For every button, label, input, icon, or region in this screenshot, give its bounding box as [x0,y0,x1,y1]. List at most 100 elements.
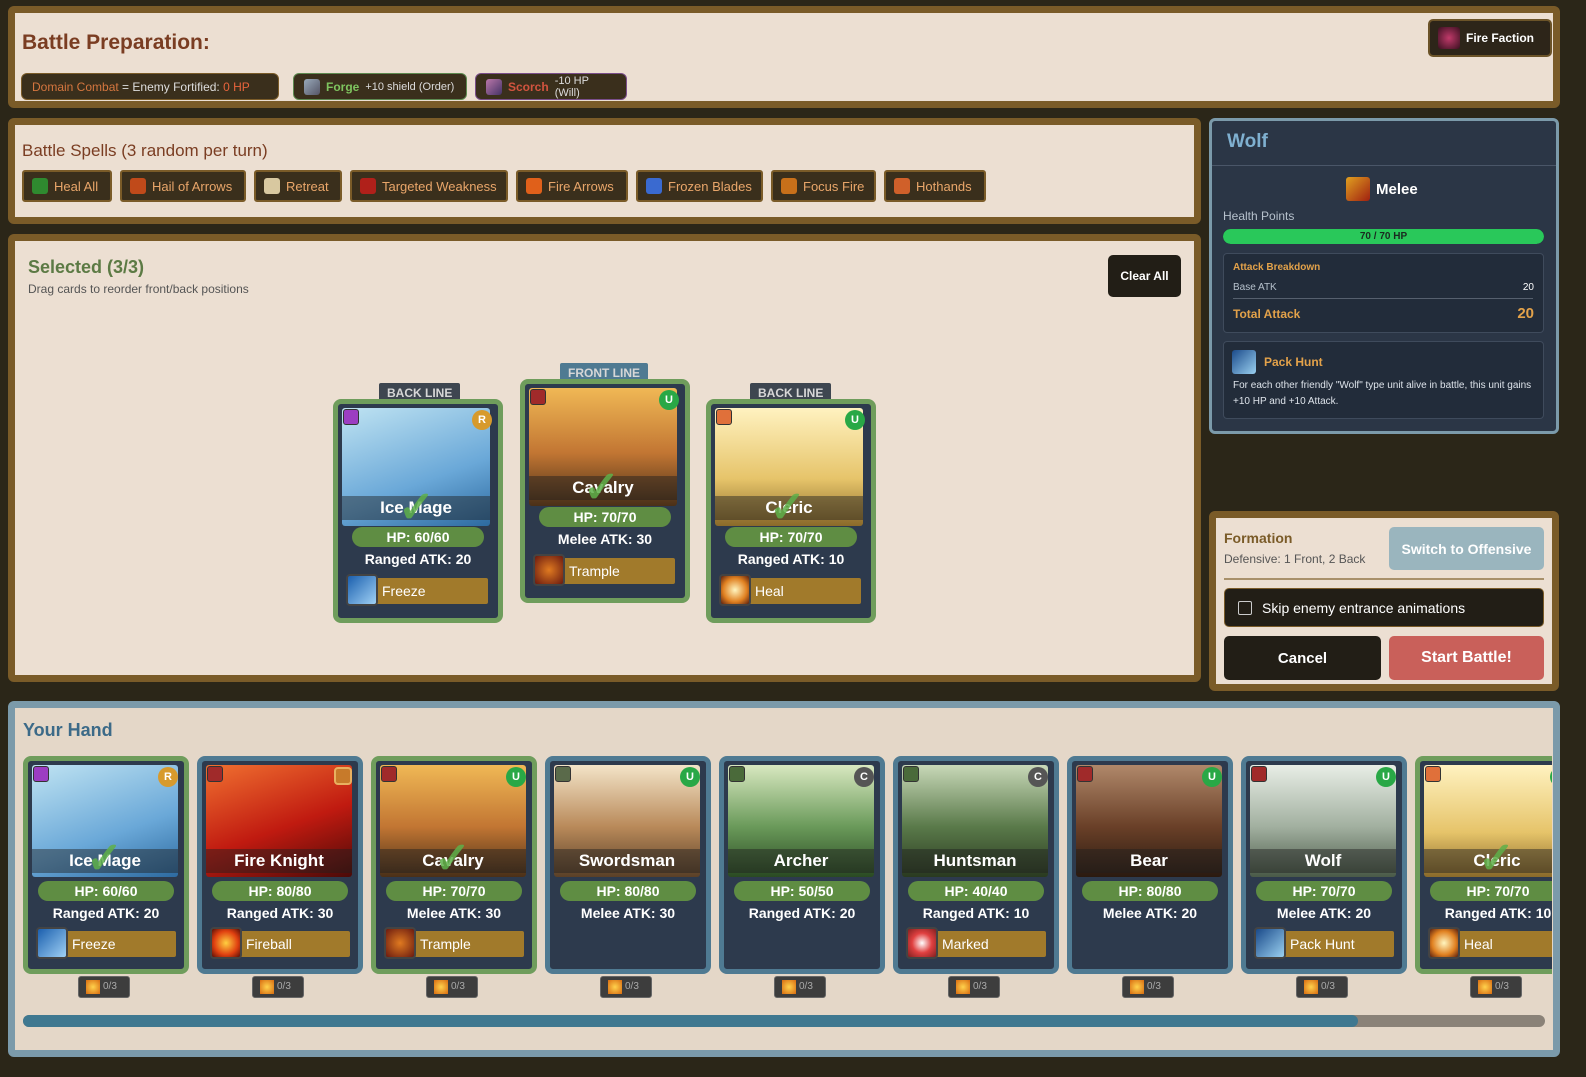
hand-card-bear[interactable]: U Bear HP: 80/80 Melee ATK: 20 [1067,756,1233,974]
selected-title: Selected (3/3) [28,257,145,277]
formation-desc: Defensive: 1 Front, 2 Back [1224,552,1366,566]
copy-count: 0/3 [78,976,130,998]
hand-title: Your Hand [23,720,113,740]
ability-box: Pack Hunt For each other friendly "Wolf"… [1223,341,1544,419]
spell-label: Retreat [286,178,329,194]
level-icon [1077,766,1093,782]
selected-check-icon: ✓ [398,483,435,532]
your-hand-panel: Your Hand R Ice Mage ✓ HP: 60/60 Ranged ATK:… [8,701,1560,1057]
selected-card-ice-mage[interactable]: R Ice Mage ✓ HP: 60/60 Ranged ATK: 20 Fr… [333,399,503,623]
arrows-icon [130,178,146,194]
card-atk: Ranged ATK: 10 [737,551,845,567]
card-ability: Fireball [210,927,350,959]
heal-icon [1428,927,1460,959]
coin-icon [1304,980,1318,994]
start-battle-button[interactable]: Start Battle! [1389,636,1544,680]
selected-card-cleric[interactable]: U Cleric ✓ HP: 70/70 Ranged ATK: 10 Heal [706,399,876,623]
ability-label: Heal [1464,936,1493,952]
hand-card-swordsman[interactable]: U Swordsman HP: 80/80 Melee ATK: 30 [545,756,711,974]
hand-card-ice-mage[interactable]: R Ice Mage ✓ HP: 60/60 Ranged ATK: 20 Freeze [23,756,189,974]
ability-label: Trample [420,936,471,952]
freeze-icon [36,927,68,959]
rarity-badge: R [158,767,178,787]
level-icon [530,389,546,405]
spell-focus-fire[interactable]: Focus Fire [771,170,876,202]
rarity-badge: U [659,390,679,410]
scorch-chip: Scorch -10 HP (Will) [475,73,627,100]
selected-subtitle: Drag cards to reorder front/back positio… [28,282,249,296]
hand-scrollbar[interactable] [23,1015,1545,1027]
rarity-badge: C [1028,767,1048,787]
card-name: Bear [1076,849,1222,873]
hand-card-cleric[interactable]: UCleric✓HP: 70/70Ranged ATK: 10Heal [1415,756,1552,974]
focus-fire-icon [781,178,797,194]
card-ability: Freeze [36,927,176,959]
ability-label: Freeze [72,936,116,952]
cancel-button[interactable]: Cancel [1224,636,1381,680]
card-hp: HP: 40/40 [908,881,1044,901]
heal-icon [32,178,48,194]
copy-count-label: 0/3 [1495,981,1509,992]
hand-card-fire-knight[interactable]: Fire Knight HP: 80/80 Ranged ATK: 30 Fireba… [197,756,363,974]
copy-count-label: 0/3 [1147,981,1161,992]
copy-count-label: 0/3 [1321,981,1335,992]
copy-count: 0/3 [948,976,1000,998]
spell-label: Hothands [916,178,972,194]
spell-fire-arrows[interactable]: Fire Arrows [516,170,628,202]
formation-panel: Formation Defensive: 1 Front, 2 Back Swi… [1209,511,1559,691]
total-attack-value: 20 [1517,305,1534,322]
flame-icon [486,78,502,95]
trample-icon [384,927,416,959]
card-ability: Marked [906,927,1046,959]
level-icon [903,766,919,782]
spell-heal-all[interactable]: Heal All [22,170,112,202]
heal-burst-icon [719,574,751,606]
card-hp: HP: 70/70 [539,507,671,527]
card-ability: Heal [719,574,861,606]
copy-count: 0/3 [600,976,652,998]
hand-card-archer[interactable]: C Archer HP: 50/50 Ranged ATK: 20 [719,756,885,974]
rarity-badge: U [1202,767,1222,787]
domain-effect: Enemy Fortified: [132,79,224,94]
retreat-icon [264,178,280,194]
spell-hail-of-arrows[interactable]: Hail of Arrows [120,170,246,202]
card-atk: Ranged ATK: 20 [364,551,472,567]
fire-faction-badge[interactable]: Fire Faction [1428,19,1552,57]
clear-all-button[interactable]: Clear All [1108,255,1181,297]
copy-count-label: 0/3 [973,981,987,992]
attack-breakdown: Attack Breakdown Base ATK 20 Total Attac… [1223,253,1544,333]
spell-frozen-blades[interactable]: Frozen Blades [636,170,763,202]
copy-count: 0/3 [1470,976,1522,998]
hand-card-wolf[interactable]: U Wolf HP: 70/70 Melee ATK: 20 Pack Hunt [1241,756,1407,974]
coin-icon [782,980,796,994]
level-icon [729,766,745,782]
skip-animations-row[interactable]: Skip enemy entrance animations [1224,588,1544,627]
copy-count-label: 0/3 [799,981,813,992]
selected-card-cavalry[interactable]: U Cavalry ✓ HP: 70/70 Melee ATK: 30 Tram… [520,379,690,603]
selected-check-icon: ✓ [583,463,620,512]
header-panel: Battle Preparation: Domain Combat = Enem… [8,6,1560,108]
fire-arrow-icon [526,178,542,194]
spell-hothands[interactable]: Hothands [884,170,986,202]
page-title: Battle Preparation: [22,31,210,54]
spell-retreat[interactable]: Retreat [254,170,342,202]
switch-offensive-button[interactable]: Switch to Offensive [1389,527,1544,570]
ability-label: Fireball [246,936,292,952]
freeze-icon [346,574,378,606]
hand-card-huntsman[interactable]: C Huntsman HP: 40/40 Ranged ATK: 10 Marked [893,756,1059,974]
rarity-badge: U [680,767,700,787]
copy-count: 0/3 [1122,976,1174,998]
total-attack-label: Total Attack [1233,307,1301,321]
spell-targeted-weakness[interactable]: Targeted Weakness [350,170,508,202]
selected-panel: Selected (3/3) Drag cards to reorder fro… [8,234,1201,682]
card-atk: Melee ATK: 30 [580,905,676,921]
hand-scrollbar-thumb[interactable] [23,1015,1358,1027]
card-hp: HP: 50/50 [734,881,870,901]
card-atk: Ranged ATK: 10 [922,905,1030,921]
card-atk: Melee ATK: 20 [1102,905,1198,921]
hand-card-cavalry[interactable]: U Cavalry ✓ HP: 70/70 Melee ATK: 30 Trample [371,756,537,974]
coin-icon [1478,980,1492,994]
skip-animations-checkbox[interactable] [1238,600,1252,615]
ability-label: Trample [569,563,620,579]
formation-divider [1224,578,1544,580]
